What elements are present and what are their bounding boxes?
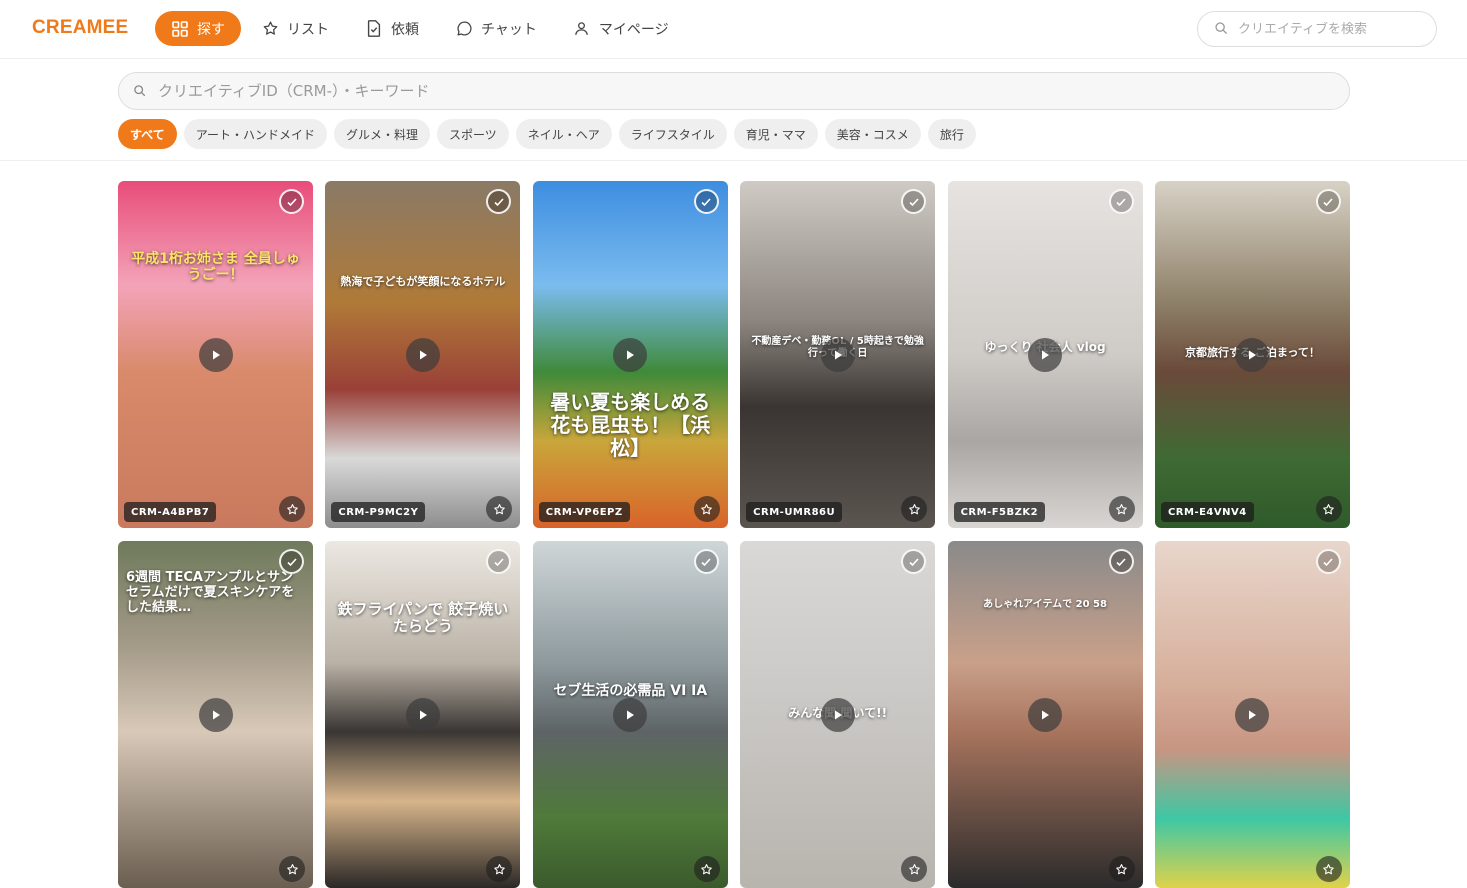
user-icon xyxy=(573,20,591,38)
favorite-star-icon[interactable] xyxy=(693,496,720,522)
favorite-star-icon[interactable] xyxy=(1108,496,1135,522)
nav-item-list[interactable]: リスト xyxy=(245,11,345,46)
select-check-icon[interactable] xyxy=(1108,189,1134,214)
thumbnail-caption: 鉄フライパンで 餃子焼いたらどう xyxy=(337,600,509,636)
favorite-star-icon[interactable] xyxy=(693,856,720,882)
search-icon xyxy=(133,82,146,101)
favorite-star-icon[interactable] xyxy=(1108,856,1135,882)
nav-item-chat[interactable]: チャット xyxy=(439,11,553,46)
select-check-icon[interactable] xyxy=(279,549,304,574)
play-icon[interactable] xyxy=(613,337,648,372)
play-icon[interactable] xyxy=(405,337,440,372)
main-nav: 探す リスト 依頼 チャット マイページ xyxy=(155,11,689,46)
nav-label: マイページ xyxy=(598,21,669,38)
creative-card[interactable]: 平成1桁お姉さま 全員しゅうごー！ CRM-A4BPB7 xyxy=(118,181,313,528)
category-chip-sports[interactable]: スポーツ xyxy=(436,119,509,149)
creative-id-badge: CRM-F5BZK2 xyxy=(953,502,1046,522)
grid-icon xyxy=(171,20,189,38)
creative-card[interactable]: セブ生活の必需品 VI IA xyxy=(532,541,728,888)
creative-id-badge: CRM-E4VNV4 xyxy=(1160,502,1254,522)
creative-card[interactable]: 鉄フライパンで 餃子焼いたらどう xyxy=(325,541,521,888)
play-icon[interactable] xyxy=(613,697,648,732)
search-icon xyxy=(1214,20,1228,39)
creative-card[interactable]: あしゃれアイテムで 20 58 xyxy=(947,541,1143,888)
thumbnail-caption: 6週間 TECAアンプルとサンセラムだけで夏スキンケアをした結果… xyxy=(126,570,295,615)
play-icon[interactable] xyxy=(1235,337,1270,372)
thumbnail-caption: 暑い夏も楽しめる 花も昆虫も！【浜松】 xyxy=(550,390,711,460)
select-check-icon[interactable] xyxy=(1108,549,1134,574)
play-icon[interactable] xyxy=(820,697,855,732)
main-search xyxy=(118,72,1350,110)
favorite-star-icon[interactable] xyxy=(279,496,305,522)
category-chip-gourmet[interactable]: グルメ・料理 xyxy=(333,119,430,149)
creative-card[interactable]: みんな聞 聞いて!! xyxy=(740,541,936,888)
document-check-icon xyxy=(365,20,383,38)
header-search xyxy=(1197,11,1437,47)
select-check-icon[interactable] xyxy=(1315,549,1341,574)
favorite-star-icon[interactable] xyxy=(1315,856,1342,882)
thumbnail-caption: セブ生活の必需品 VI IA xyxy=(553,683,708,699)
search-filter-bar: すべて アート・ハンドメイド グルメ・料理 スポーツ ネイル・ヘア ライフスタイ… xyxy=(0,60,1467,161)
creative-grid: 平成1桁お姉さま 全員しゅうごー！ CRM-A4BPB7 熱海で子どもが笑顔にな… xyxy=(118,181,1350,888)
top-header: CREAMEE 探す リスト 依頼 チャット マイページ クリエイティブを検索 xyxy=(0,0,1467,59)
play-icon[interactable] xyxy=(198,697,233,732)
category-chip-all[interactable]: すべて xyxy=(118,119,177,149)
play-icon[interactable] xyxy=(1028,697,1063,732)
nav-label: 探す xyxy=(197,21,225,38)
play-icon[interactable] xyxy=(198,337,233,372)
creative-id-badge: CRM-A4BPB7 xyxy=(124,502,217,522)
nav-item-mypage[interactable]: マイページ xyxy=(557,11,685,46)
favorite-star-icon[interactable] xyxy=(279,856,305,882)
nav-item-request[interactable]: 依頼 xyxy=(349,11,435,46)
chat-bubble-icon xyxy=(455,20,473,38)
select-check-icon[interactable] xyxy=(279,189,304,214)
category-chip-nail-hair[interactable]: ネイル・ヘア xyxy=(515,119,612,149)
creative-id-badge: CRM-VP6EPZ xyxy=(538,502,630,522)
creative-card[interactable]: 不動産デベ・勤務OL / 5時起きで勉強 行って働く日 CRM-UMR86U xyxy=(740,181,936,528)
play-icon[interactable] xyxy=(820,337,855,372)
creative-id-badge: CRM-UMR86U xyxy=(746,502,843,522)
creative-card[interactable]: 暑い夏も楽しめる 花も昆虫も！【浜松】 CRM-VP6EPZ xyxy=(532,181,728,528)
category-chip-parenting[interactable]: 育児・ママ xyxy=(733,119,818,149)
favorite-star-icon[interactable] xyxy=(901,856,928,882)
play-icon[interactable] xyxy=(1028,337,1063,372)
select-check-icon[interactable] xyxy=(693,189,719,214)
favorite-star-icon[interactable] xyxy=(1315,496,1342,522)
category-chip-travel[interactable]: 旅行 xyxy=(927,119,976,149)
creative-card[interactable]: 熱海で子どもが笑顔になるホテル CRM-P9MC2Y xyxy=(325,181,521,528)
creative-card[interactable] xyxy=(1154,541,1350,888)
creative-card[interactable]: ゆっくり 社会人 vlog CRM-F5BZK2 xyxy=(947,181,1143,528)
header-search-input[interactable] xyxy=(1238,21,1428,37)
creative-card[interactable]: 6週間 TECAアンプルとサンセラムだけで夏スキンケアをした結果… xyxy=(118,541,313,888)
category-chip-lifestyle[interactable]: ライフスタイル xyxy=(618,119,727,149)
play-icon[interactable] xyxy=(1235,697,1270,732)
thumbnail-caption: 平成1桁お姉さま 全員しゅうごー！ xyxy=(131,251,300,284)
logo[interactable]: CREAMEE xyxy=(32,17,128,39)
thumbnail-caption: 熱海で子どもが笑顔になるホテル xyxy=(340,275,506,288)
play-icon[interactable] xyxy=(405,697,440,732)
category-chip-art-handmade[interactable]: アート・ハンドメイド xyxy=(183,119,327,149)
nav-label: リスト xyxy=(287,21,329,38)
thumbnail-caption: あしゃれアイテムで 20 58 xyxy=(983,599,1107,610)
nav-item-search[interactable]: 探す xyxy=(155,11,241,46)
nav-label: 依頼 xyxy=(391,21,419,38)
select-check-icon[interactable] xyxy=(1315,189,1341,214)
creative-id-badge: CRM-P9MC2Y xyxy=(331,502,426,522)
select-check-icon[interactable] xyxy=(693,549,719,574)
nav-label: チャット xyxy=(481,21,537,38)
category-chips: すべて アート・ハンドメイド グルメ・料理 スポーツ ネイル・ヘア ライフスタイ… xyxy=(118,119,983,149)
category-chip-beauty[interactable]: 美容・コスメ xyxy=(824,119,921,149)
star-icon xyxy=(261,20,279,38)
favorite-star-icon[interactable] xyxy=(901,496,928,522)
main-search-input[interactable] xyxy=(158,82,1308,100)
creative-card[interactable]: 京都旅行する ご泊まって！ CRM-E4VNV4 xyxy=(1154,181,1350,528)
select-check-icon[interactable] xyxy=(901,549,927,574)
select-check-icon[interactable] xyxy=(901,189,927,214)
